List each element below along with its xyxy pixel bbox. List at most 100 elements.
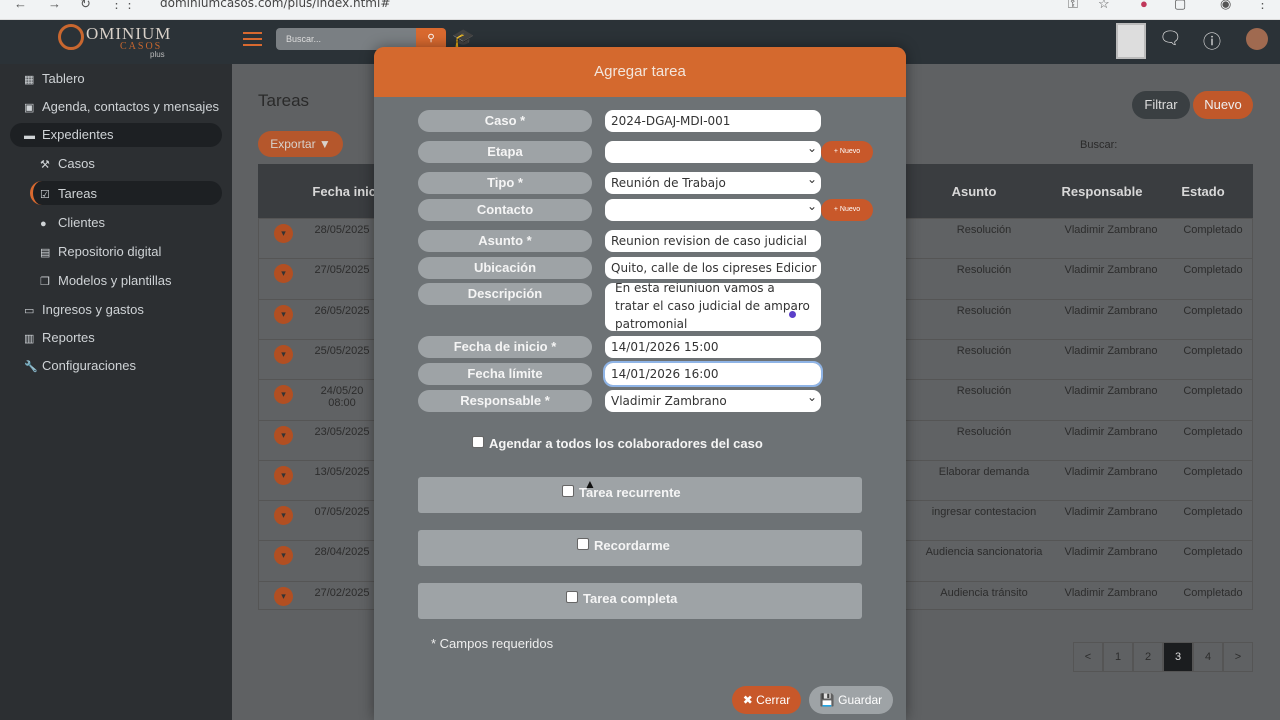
cell-responsable: Vladimir Zambrano (1064, 264, 1158, 276)
cell-estado: Completado (1183, 466, 1243, 478)
cell-asunto: Audiencia sancionatoria (925, 546, 1043, 558)
sidebar-item-tablero[interactable]: ▦ Tablero (24, 71, 85, 86)
mouse-cursor-icon: ▲ (584, 477, 596, 491)
page-prev-button[interactable]: < (1073, 642, 1103, 672)
page-next-button[interactable]: > (1223, 642, 1253, 672)
sidebar-item-reportes[interactable]: ▥ Reportes (24, 330, 95, 345)
caso-label: Caso * (418, 110, 592, 132)
sidebar-item-expedientes[interactable]: ▬ Expedientes (24, 127, 114, 142)
cell-responsable: Vladimir Zambrano (1064, 587, 1158, 599)
cell-estado: Completado (1183, 426, 1243, 438)
completa-label: Tarea completa (583, 591, 678, 606)
row-actions-chevron-down-icon[interactable]: ▾ (274, 345, 293, 364)
avatar[interactable] (1246, 28, 1268, 50)
sidebar-item-casos[interactable]: ⚒ Casos (40, 156, 95, 171)
agendar-checkbox[interactable] (472, 436, 484, 448)
cell-estado: Completado (1183, 506, 1243, 518)
address-bar[interactable]: dominiumcasos.com/plus/index.html# (160, 0, 390, 10)
contacto-select[interactable] (605, 199, 821, 221)
row-actions-chevron-down-icon[interactable]: ▾ (274, 546, 293, 565)
col-responsable[interactable]: Responsable (1052, 164, 1152, 218)
forward-icon[interactable]: → (48, 0, 61, 11)
cell-fecha: 26/05/2025 (314, 305, 370, 317)
cell-fecha: 23/05/2025 (314, 426, 370, 438)
row-actions-chevron-down-icon[interactable]: ▾ (274, 587, 293, 606)
graduation-cap-icon[interactable]: 🎓 (452, 28, 474, 49)
help-icon[interactable]: ⓘ (1203, 28, 1221, 54)
cell-fecha: 28/05/2025 (314, 224, 370, 236)
col-asunto[interactable]: Asunto (918, 164, 1030, 218)
apps-icon[interactable]: ⋮⋮ (110, 0, 136, 12)
cell-asunto: Resolución (956, 305, 1012, 317)
back-icon[interactable]: ← (14, 0, 27, 11)
row-actions-chevron-down-icon[interactable]: ▾ (274, 224, 293, 243)
completa-checkbox[interactable] (566, 591, 578, 603)
page-3-button[interactable]: 3 (1163, 642, 1193, 672)
sidebar-item-label: Repositorio digital (58, 244, 162, 259)
tipo-select[interactable]: Reunión de Trabajo (605, 172, 821, 194)
caso-input[interactable]: 2024-DGAJ-MDI-001 (605, 110, 821, 132)
cell-estado: Completado (1183, 264, 1243, 276)
menu-dots-icon[interactable]: ⋮ (1256, 0, 1269, 12)
responsable-select[interactable]: Vladimir Zambrano (605, 390, 821, 412)
descripcion-textarea[interactable]: En esta reiuniuon vamos a tratar el caso… (605, 283, 821, 331)
cell-fecha: 27/02/2025 (314, 587, 370, 599)
fecha-limite-input[interactable]: 14/01/2026 16:00 (603, 361, 823, 387)
descripcion-label: Descripción (418, 283, 592, 305)
sidebar-item-repositorio[interactable]: ▤ Repositorio digital (40, 244, 161, 259)
row-actions-chevron-down-icon[interactable]: ▾ (274, 466, 293, 485)
modal-title: Agregar tarea (374, 47, 906, 97)
page-1-button[interactable]: 1 (1103, 642, 1133, 672)
sidebar-item-agenda[interactable]: ▣ Agenda, contactos y mensajes (24, 99, 219, 114)
save-button[interactable]: 💾 Guardar (809, 686, 893, 714)
chat-icon[interactable]: 🗨 (1159, 28, 1182, 49)
row-actions-chevron-down-icon[interactable]: ▾ (274, 506, 293, 525)
money-icon: ▭ (24, 305, 35, 317)
recurrente-checkbox[interactable] (562, 485, 574, 497)
etapa-new-button[interactable]: + Nuevo (821, 141, 873, 163)
sidebar-item-label: Tablero (42, 71, 85, 86)
filter-button[interactable]: Filtrar (1132, 91, 1190, 119)
extension-icon[interactable]: ● (1140, 0, 1148, 11)
firm-logo[interactable] (1116, 23, 1146, 59)
sidebar-item-modelos[interactable]: ❐ Modelos y plantillas (40, 273, 171, 288)
contacto-new-button[interactable]: + Nuevo (821, 199, 873, 221)
sidebar (0, 64, 232, 720)
asunto-input[interactable]: Reunion revision de caso judicial (605, 230, 821, 252)
new-button[interactable]: Nuevo (1193, 91, 1253, 119)
cell-estado: Completado (1183, 345, 1243, 357)
close-button[interactable]: ✖ Cerrar (732, 686, 801, 714)
export-button[interactable]: Exportar ▼ (258, 131, 343, 157)
cell-asunto: Resolución (956, 385, 1012, 397)
hamburger-menu-icon[interactable] (243, 32, 262, 46)
star-icon[interactable]: ☆ (1098, 0, 1110, 12)
gavel-icon: ⚒ (40, 159, 50, 171)
recordarme-checkbox[interactable] (577, 538, 589, 550)
cell-estado: Completado (1183, 385, 1243, 397)
row-actions-chevron-down-icon[interactable]: ▾ (274, 385, 293, 404)
row-actions-chevron-down-icon[interactable]: ▾ (274, 426, 293, 445)
profile-icon[interactable]: ◉ (1220, 0, 1231, 12)
sidebar-item-tareas[interactable]: ☑ Tareas (40, 186, 97, 201)
row-actions-chevron-down-icon[interactable]: ▾ (274, 264, 293, 283)
cell-responsable: Vladimir Zambrano (1064, 385, 1158, 397)
sidebar-item-ingresos[interactable]: ▭ Ingresos y gastos (24, 302, 144, 317)
key-icon[interactable]: ⚿ (1068, 0, 1078, 12)
reload-icon[interactable]: ↻ (80, 0, 91, 12)
grammar-dot-icon[interactable] (789, 311, 796, 318)
page-2-button[interactable]: 2 (1133, 642, 1163, 672)
cell-estado: Completado (1183, 224, 1243, 236)
sidebar-item-configuraciones[interactable]: 🔧 Configuraciones (24, 358, 136, 373)
sidebar-item-clientes[interactable]: ● Clientes (40, 215, 105, 230)
row-actions-chevron-down-icon[interactable]: ▾ (274, 305, 293, 324)
required-note: * Campos requeridos (431, 636, 554, 651)
window-icon[interactable]: ▢ (1174, 0, 1186, 12)
etapa-select[interactable] (605, 141, 821, 163)
ubicacion-input[interactable]: Quito, calle de los cipreses Edicior (605, 257, 821, 279)
page-4-button[interactable]: 4 (1193, 642, 1223, 672)
col-estado[interactable]: Estado (1172, 164, 1234, 218)
cell-responsable: Vladimir Zambrano (1064, 345, 1158, 357)
fecha-inicio-input[interactable]: 14/01/2026 15:00 (605, 336, 821, 358)
cell-fecha: 13/05/2025 (314, 466, 370, 478)
cell-fecha: 07/05/2025 (314, 506, 370, 518)
